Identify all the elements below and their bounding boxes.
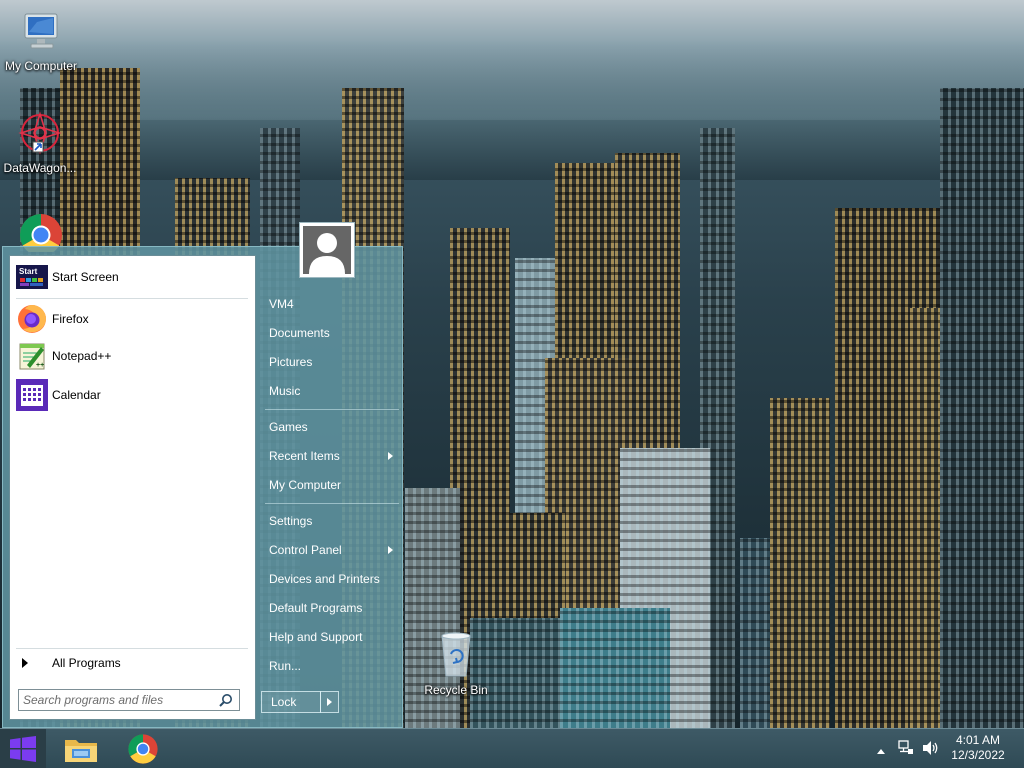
calendar-icon [16, 379, 48, 411]
menu-item-help-support[interactable]: Help and Support [261, 624, 399, 650]
menu-item-recent-items[interactable]: Recent Items [261, 443, 399, 469]
menu-item-label: Default Programs [269, 601, 363, 615]
menu-item-my-computer[interactable]: My Computer [261, 472, 399, 498]
menu-item-label: Control Panel [269, 543, 342, 557]
desktop-icon-my-computer[interactable]: My Computer [1, 10, 81, 73]
program-label: Firefox [52, 312, 89, 326]
show-hidden-icons-chevron-icon[interactable] [876, 744, 886, 758]
clock-date: 12/3/2022 [951, 748, 1005, 762]
menu-item-label: Help and Support [269, 630, 363, 644]
menu-item-label: Pictures [269, 355, 313, 369]
menu-item-label: Run... [269, 659, 302, 673]
file-explorer-icon [65, 740, 97, 762]
clock-time: 4:01 AM [955, 733, 1001, 747]
search-box[interactable] [18, 689, 240, 711]
program-notepadpp[interactable]: ++ Notepad++ [16, 339, 248, 373]
start-screen-tile-text: Start [19, 267, 38, 276]
menu-item-label: Devices and Printers [269, 572, 380, 586]
separator [265, 409, 399, 410]
start-menu: Start Start Screen Firefox ++ Notepad++ … [2, 246, 403, 728]
program-firefox[interactable]: Firefox [16, 302, 248, 336]
menu-item-label: VM4 [269, 297, 294, 311]
separator [16, 298, 248, 299]
desktop-icon-recycle-bin[interactable]: Recycle Bin [416, 630, 496, 697]
taskbar: 4:01 AM 12/3/2022 [0, 728, 1024, 768]
menu-item-games[interactable]: Games [261, 414, 399, 440]
submenu-arrow-icon [388, 452, 393, 460]
menu-item-label: Documents [269, 326, 330, 340]
svg-text:++: ++ [36, 362, 44, 369]
menu-item-settings[interactable]: Settings [261, 508, 399, 534]
menu-item-devices-printers[interactable]: Devices and Printers [261, 566, 399, 592]
menu-item-label: Music [269, 384, 301, 398]
submenu-arrow-icon [388, 546, 393, 554]
desktop-icon-label: My Computer [4, 59, 78, 73]
windows-logo-icon [10, 735, 36, 762]
desktop-icon-label: Recycle Bin [424, 683, 488, 697]
datawagon-icon [0, 110, 80, 159]
menu-item-label: My Computer [269, 478, 342, 492]
menu-item-run[interactable]: Run... [261, 653, 399, 679]
start-button[interactable] [0, 729, 46, 768]
computer-icon [1, 10, 81, 57]
separator [16, 648, 248, 649]
firefox-icon [16, 303, 48, 335]
desktop-icon-label: DataWagon... [3, 161, 77, 175]
menu-item-documents[interactable]: Documents [261, 320, 399, 346]
menu-item-pictures[interactable]: Pictures [261, 349, 399, 375]
program-label: Notepad++ [52, 349, 112, 363]
search-input[interactable] [23, 692, 213, 708]
taskbar-chrome[interactable] [121, 731, 165, 767]
separator [265, 503, 399, 504]
user-icon [309, 233, 345, 274]
start-menu-programs-pane: Start Start Screen Firefox ++ Notepad++ … [9, 255, 256, 720]
network-icon[interactable] [898, 740, 914, 759]
menu-item-label: Recent Items [269, 449, 340, 463]
start-screen-icon: Start [16, 261, 48, 293]
lock-button[interactable]: Lock [261, 691, 321, 713]
user-avatar[interactable] [299, 222, 355, 278]
desktop-icon-datawagon[interactable]: DataWagon... [0, 110, 80, 175]
all-programs-button[interactable]: All Programs [16, 652, 248, 674]
program-label: Calendar [52, 388, 101, 402]
program-label: Start Screen [52, 270, 119, 284]
menu-item-default-programs[interactable]: Default Programs [261, 595, 399, 621]
program-calendar[interactable]: Calendar [16, 378, 248, 412]
menu-item-music[interactable]: Music [261, 378, 399, 404]
volume-icon[interactable] [922, 740, 940, 759]
notepadpp-icon: ++ [16, 340, 48, 372]
chevron-right-icon [22, 658, 28, 668]
menu-item-label: Games [269, 420, 308, 434]
chrome-icon [128, 734, 158, 764]
power-options-arrow[interactable] [320, 691, 339, 713]
program-start-screen[interactable]: Start Start Screen [16, 260, 248, 294]
menu-item-user-folder[interactable]: VM4 [261, 291, 399, 317]
menu-item-label: Settings [269, 514, 313, 528]
taskbar-file-explorer[interactable] [59, 731, 103, 767]
all-programs-label: All Programs [52, 656, 121, 670]
search-icon[interactable] [219, 693, 233, 710]
system-clock[interactable]: 4:01 AM 12/3/2022 [948, 733, 1008, 763]
menu-item-control-panel[interactable]: Control Panel [261, 537, 399, 563]
recycle-bin-icon [416, 630, 496, 681]
